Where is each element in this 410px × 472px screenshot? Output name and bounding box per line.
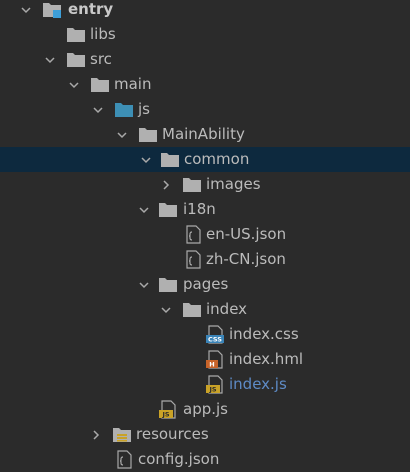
tree-label: images [206,175,261,193]
chevron-down-icon[interactable] [42,47,58,72]
tree-label: main [114,75,152,93]
js-badge-text: JS [161,411,169,419]
chevron-down-icon[interactable] [136,272,152,297]
folder-icon [66,50,86,69]
tree-row-libs[interactable]: libs [0,22,410,47]
tree-row-src[interactable]: src [0,47,410,72]
folder-icon [158,275,178,294]
tree-label: index.css [229,325,299,343]
folder-icon [66,25,86,44]
tree-row-main[interactable]: main [0,72,410,97]
tree-label: config.json [138,450,220,468]
tree-row-common[interactable]: common [0,147,410,172]
tree-row-index-folder[interactable]: index [0,297,410,322]
chevron-down-icon[interactable] [138,147,154,172]
tree-row-index-hml[interactable]: H index.hml [0,347,410,372]
css-file-icon: CSS [205,325,225,344]
tree-label: resources [136,425,209,443]
chevron-right-icon[interactable] [158,172,174,197]
tree-row-pages[interactable]: pages [0,272,410,297]
tree-row-resources[interactable]: resources [0,422,410,447]
tree-label: entry [68,0,114,18]
tree-label: js [138,100,150,118]
chevron-down-icon[interactable] [90,97,106,122]
tree-label: app.js [183,400,228,418]
tree-row-zh-cn-json[interactable]: zh-CN.json [0,247,410,272]
tree-row-mainability[interactable]: MainAbility [0,122,410,147]
tree-label: common [184,150,250,168]
folder-icon [160,150,180,169]
tree-label: index.hml [229,350,304,368]
folder-icon [182,300,202,319]
json-file-icon [114,450,134,469]
folder-icon [114,100,134,119]
chevron-down-icon[interactable] [136,197,152,222]
tree-row-images[interactable]: images [0,172,410,197]
tree-label: pages [183,275,229,293]
tree-label: src [90,50,112,68]
json-file-icon [183,250,203,269]
chevron-down-icon[interactable] [114,122,130,147]
tree-row-app-js[interactable]: JS app.js [0,397,410,422]
js-badge-text: JS [208,386,216,394]
resources-folder-icon [112,425,132,444]
hml-badge-text: H [209,361,214,369]
chevron-down-icon[interactable] [158,297,174,322]
tree-row-index-js[interactable]: JS index.js [0,372,410,397]
tree-row-js[interactable]: js [0,97,410,122]
folder-icon [182,175,202,194]
folder-icon [138,125,158,144]
tree-label: i18n [183,200,216,218]
tree-label: libs [90,25,116,43]
chevron-down-icon[interactable] [66,72,82,97]
folder-icon [158,200,178,219]
module-folder-icon [42,0,62,19]
js-file-icon: JS [205,375,225,394]
tree-row-index-css[interactable]: CSS index.css [0,322,410,347]
tree-label: index [206,300,248,318]
tree-row-i18n[interactable]: i18n [0,197,410,222]
chevron-right-icon[interactable] [88,422,104,447]
tree-row-en-us-json[interactable]: en-US.json [0,222,410,247]
folder-icon [90,75,110,94]
tree-label: zh-CN.json [206,250,286,268]
tree-label: en-US.json [206,225,287,243]
tree-label: index.js [229,375,287,393]
tree-label: MainAbility [162,125,245,143]
tree-row-entry[interactable]: entry [0,0,410,22]
js-file-icon: JS [158,400,178,419]
hml-file-icon: H [205,350,225,369]
tree-row-config-json[interactable]: config.json [0,447,410,472]
chevron-down-icon[interactable] [18,0,34,22]
css-badge-text: CSS [208,336,222,344]
json-file-icon [183,225,203,244]
